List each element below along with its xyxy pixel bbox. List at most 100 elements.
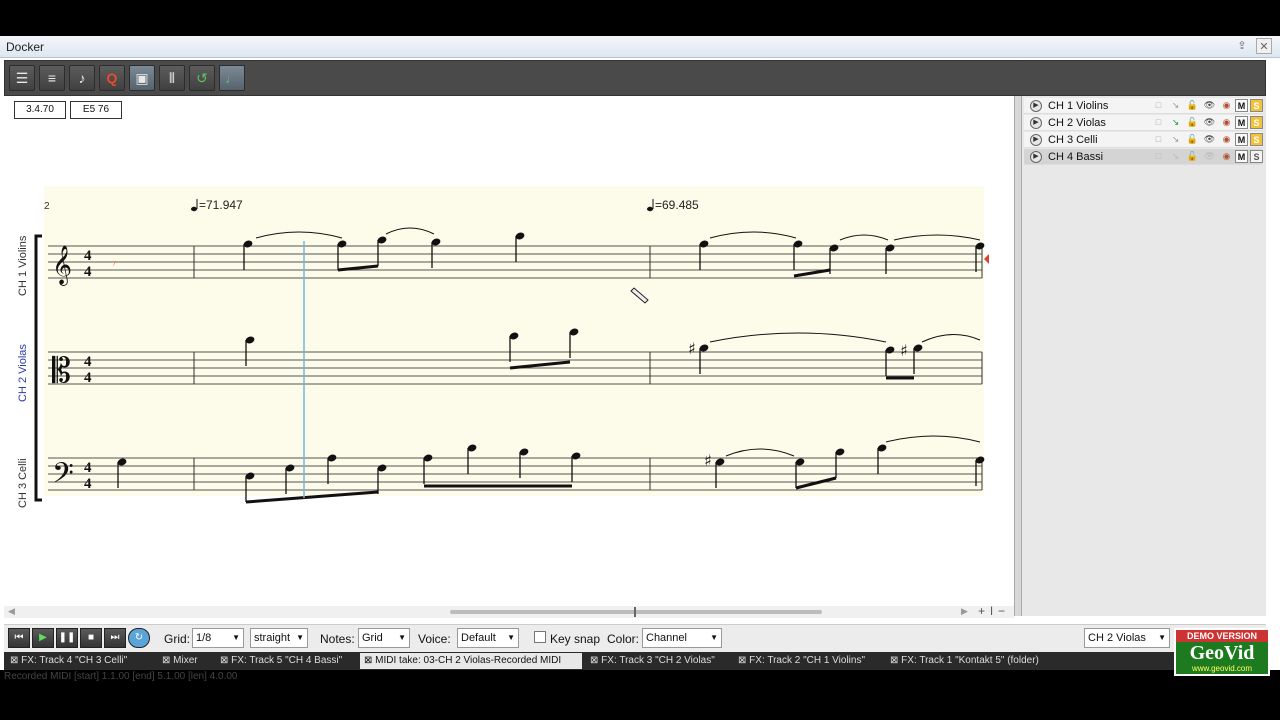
eye-icon[interactable]: 👁: [1203, 133, 1216, 146]
blank-icon: □: [1155, 117, 1162, 127]
route-icon[interactable]: ↘: [1169, 116, 1182, 129]
mute-button[interactable]: M: [1235, 150, 1248, 163]
tab-fx-track-4[interactable]: ⊠ FX: Track 4 "CH 3 Celli": [6, 653, 154, 669]
mute-button[interactable]: M: [1235, 99, 1248, 112]
pause-icon[interactable]: ❚❚: [56, 628, 78, 648]
eye-icon[interactable]: 👁: [1203, 99, 1216, 112]
tab-midi-take[interactable]: ⊠ MIDI take: 03-CH 2 Violas-Recorded MID…: [360, 653, 582, 669]
eye-icon[interactable]: 👁: [1203, 116, 1216, 129]
zoom-out-icon[interactable]: −: [998, 604, 1005, 618]
track-play-icon[interactable]: ▶: [1030, 151, 1042, 163]
title-bar: Docker ⇪ ✕: [0, 36, 1280, 58]
route-icon[interactable]: ↘: [1169, 150, 1182, 163]
tab-close-icon[interactable]: ⊠: [10, 655, 21, 666]
tab-close-icon[interactable]: ⊠: [738, 655, 749, 666]
play-icon[interactable]: ▶: [32, 628, 54, 648]
grid-mode-select[interactable]: straight ▼: [250, 628, 308, 648]
zoom-in-icon[interactable]: +: [978, 604, 985, 618]
window-title: Docker: [6, 40, 45, 54]
pin-icon[interactable]: ⇪: [1234, 38, 1250, 54]
notation-area[interactable]: 3.4.70 E5 76 2 =71.947 =69.485 CH 1 Viol…: [4, 96, 1014, 616]
tab-fx-track-3[interactable]: ⊠ FX: Track 3 "CH 2 Violas": [586, 653, 728, 669]
scrollbar-thumb[interactable]: [450, 610, 822, 614]
track-row[interactable]: ▶ CH 2 Violas □ ↘ 🔓 👁 ◉ M S: [1024, 115, 1263, 131]
tab-fx-track-1[interactable]: ⊠ FX: Track 1 "Kontakt 5" (folder): [886, 653, 1056, 669]
blank-icon: □: [1155, 151, 1162, 161]
tab-mixer[interactable]: ⊠ Mixer: [158, 653, 210, 669]
solo-button[interactable]: S: [1250, 133, 1263, 146]
track-play-icon[interactable]: ▶: [1030, 134, 1042, 146]
track-name: CH 1 Violins: [1048, 100, 1109, 112]
tempo-note-icon: [191, 206, 197, 212]
lock-icon[interactable]: 🔓: [1186, 150, 1199, 163]
solo-button[interactable]: S: [1250, 99, 1263, 112]
tempo-marking-2: =69.485: [647, 198, 699, 212]
horizontal-scrollbar[interactable]: ◀ ▶ + ǀ −: [4, 604, 1014, 618]
grid-select[interactable]: 1/8 ▼: [192, 628, 244, 648]
loop-icon[interactable]: ↻: [128, 628, 150, 648]
logo-brand: GeoVid: [1189, 642, 1255, 664]
track-row[interactable]: ▶ CH 3 Celli □ ↘ 🔓 👁 ◉ M S: [1024, 132, 1263, 148]
screen-icon[interactable]: ▣: [129, 65, 155, 91]
go-to-end-icon[interactable]: ⏭: [104, 628, 126, 648]
chevron-down-icon: ▼: [710, 633, 718, 642]
instrument-icon[interactable]: ♪: [69, 65, 95, 91]
quantize-icon[interactable]: Q: [99, 65, 125, 91]
tab-fx-track-2[interactable]: ⊠ FX: Track 2 "CH 1 Violins": [734, 653, 882, 669]
notes-select[interactable]: Grid ▼: [358, 628, 410, 648]
go-to-start-icon[interactable]: ⏮: [8, 628, 30, 648]
piano-roll-icon[interactable]: ⦀: [159, 65, 185, 91]
tab-label: FX: Track 1 "Kontakt 5" (folder): [901, 655, 1039, 666]
eye-icon[interactable]: 👁: [1203, 150, 1216, 163]
lock-icon[interactable]: 🔓: [1186, 116, 1199, 129]
track-row[interactable]: ▶ CH 1 Violins □ ↘ 🔓 👁 ◉ M S: [1024, 98, 1263, 114]
time-signature: 4: [84, 264, 92, 280]
scroll-right-icon[interactable]: ▶: [961, 606, 968, 617]
route-icon[interactable]: ↘: [1169, 133, 1182, 146]
record-icon[interactable]: ◉: [1220, 99, 1233, 112]
scroll-left-icon[interactable]: ◀: [8, 606, 15, 617]
stop-icon[interactable]: ■: [80, 628, 102, 648]
time-signature: 4: [84, 460, 92, 476]
list-view-icon[interactable]: ≡: [39, 65, 65, 91]
track-select[interactable]: CH 2 Violas ▼: [1084, 628, 1170, 648]
color-select[interactable]: Channel ▼: [642, 628, 722, 648]
route-icon[interactable]: ↘: [1169, 99, 1182, 112]
chevron-down-icon: ▼: [296, 633, 304, 642]
solo-button[interactable]: S: [1250, 150, 1263, 163]
track-name: CH 2 Violas: [1048, 117, 1106, 129]
score-canvas[interactable]: 2 =71.947 =69.485 CH 1 Violins CH 2 Viol…: [4, 96, 1014, 616]
tab-close-icon[interactable]: ⊠: [364, 655, 375, 666]
tab-fx-track-5[interactable]: ⊠ FX: Track 5 "CH 4 Bassi": [216, 653, 358, 669]
lock-icon[interactable]: 🔓: [1186, 99, 1199, 112]
mute-button[interactable]: M: [1235, 116, 1248, 129]
tab-close-icon[interactable]: ⊠: [590, 655, 601, 666]
record-icon[interactable]: ◉: [1220, 133, 1233, 146]
track-name: CH 3 Celli: [1048, 134, 1098, 146]
sharp-icon: ♯: [900, 341, 908, 360]
blank-icon: □: [1155, 100, 1162, 110]
undo-loop-icon[interactable]: ↺: [189, 65, 215, 91]
chevron-down-icon: ▼: [507, 633, 515, 642]
mute-button[interactable]: M: [1235, 133, 1248, 146]
rest-icon: 𝄾: [112, 256, 116, 272]
solo-button[interactable]: S: [1250, 116, 1263, 129]
splitter[interactable]: [1014, 96, 1022, 616]
tab-close-icon[interactable]: ⊠: [220, 655, 231, 666]
grid-view-icon[interactable]: ☰: [9, 65, 35, 91]
record-icon[interactable]: ◉: [1220, 116, 1233, 129]
track-play-icon[interactable]: ▶: [1030, 117, 1042, 129]
lock-icon[interactable]: 🔓: [1186, 133, 1199, 146]
tab-label: FX: Track 2 "CH 1 Violins": [749, 655, 866, 666]
blank-icon: □: [1155, 134, 1162, 144]
track-play-icon[interactable]: ▶: [1030, 100, 1042, 112]
key-snap-checkbox[interactable]: [534, 631, 546, 643]
close-icon[interactable]: ✕: [1256, 38, 1272, 54]
record-icon[interactable]: ◉: [1220, 150, 1233, 163]
voice-select[interactable]: Default ▼: [457, 628, 519, 648]
note-icon[interactable]: ♩: [219, 65, 245, 91]
tab-close-icon[interactable]: ⊠: [162, 655, 173, 666]
tab-close-icon[interactable]: ⊠: [890, 655, 901, 666]
track-row[interactable]: ▶ CH 4 Bassi □ ↘ 🔓 👁 ◉ M S: [1024, 149, 1263, 165]
chevron-down-icon: ▼: [398, 633, 406, 642]
